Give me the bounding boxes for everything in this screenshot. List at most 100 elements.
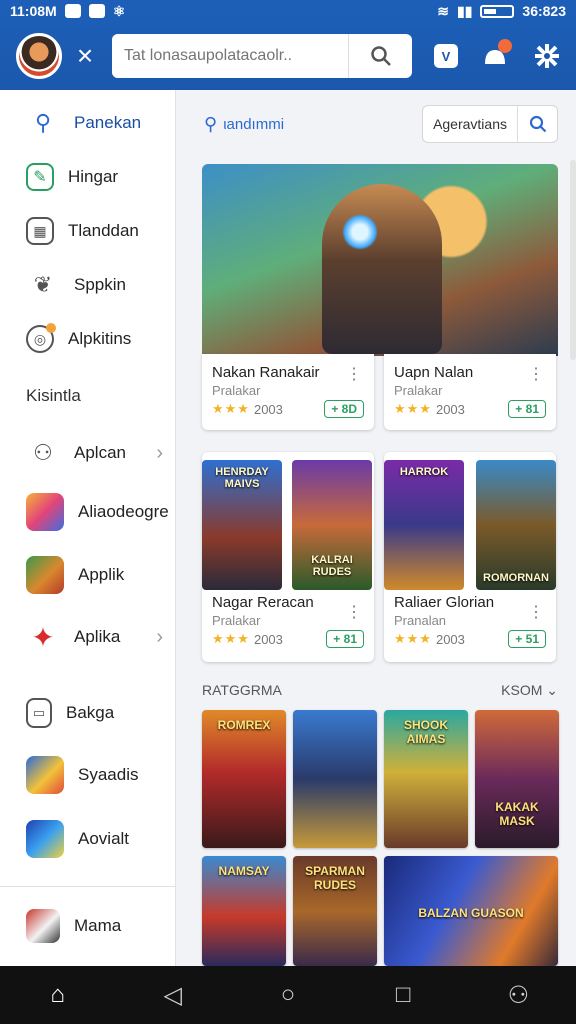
app-info: Raliaer Glorian Pranalan ★★★ 2003 + 51 (394, 594, 546, 648)
home-circle-icon[interactable]: ○ (258, 981, 318, 1009)
sidebar: ⚲ Panekan ✎ Hingar ▦ Tlanddan ❦ Sppkin ◎… (0, 90, 176, 966)
sidebar-item-label: Mama (74, 916, 122, 935)
shortcut-icon[interactable]: V (434, 44, 458, 68)
rating-count: 2003 (253, 401, 283, 417)
sidebar-item-mama[interactable]: Mama (0, 887, 175, 965)
sidebar-item-sppkin[interactable]: ❦ Sppkin (0, 258, 175, 312)
game-cover-image: ROMORNAN (476, 460, 556, 590)
profile-icon[interactable]: ⚇ (488, 981, 548, 1010)
game-cover-image[interactable]: NAMSAY (202, 856, 286, 966)
sidebar-item-panekan[interactable]: ⚲ Panekan (0, 96, 175, 150)
user-circle-icon: ⚇ (33, 440, 53, 465)
calculator-icon: ▦ (26, 217, 54, 245)
status-right-text: 36:823 (522, 3, 566, 19)
battery-icon (480, 4, 515, 18)
sidebar-item-label: Alpkitins (68, 329, 132, 348)
sidebar-item-aovialt[interactable]: Aovialt (0, 806, 175, 872)
game-app-icon (26, 493, 64, 531)
settings-icon[interactable] (532, 41, 562, 71)
sidebar-section-heading: Kisintla (26, 386, 81, 405)
search-input[interactable] (112, 34, 348, 78)
app-info: Nagar Reracan Pralakar ★★★ 2003 + 81 (212, 594, 364, 648)
game-cover-image: KALRAI RUDES (292, 460, 372, 590)
sidebar-item-tlanddan[interactable]: ▦ Tlanddan (0, 204, 175, 258)
game-app-icon (26, 909, 60, 943)
avatar[interactable] (16, 33, 62, 79)
sidebar-item-label: Sppkin (74, 275, 126, 294)
game-cover-image[interactable]: ROMREX (202, 710, 286, 848)
bottom-navigation: ⌂ ◁ ○ □ ⚇ (0, 966, 576, 1024)
cover-title: SPARMAN RUDES (305, 864, 365, 892)
app-header: 11:08M ⚛ ≋ ▮▮ 36:823 × V (0, 0, 576, 90)
chevron-right-icon: › (156, 625, 163, 648)
app-title: Nagar Reracan (212, 594, 314, 611)
section-title: RATGGRMA (202, 682, 282, 698)
app-title: Uapn Nalan (394, 364, 474, 381)
main-content: ⚲ ιandımmi Ageravtians Nakan Ranakair Pr… (176, 90, 576, 966)
more-vert-icon[interactable]: ⋮ (528, 602, 544, 622)
search-icon[interactable] (348, 34, 412, 78)
sidebar-item-aplika[interactable]: ✦ Aplika › (0, 606, 175, 668)
app-group-card[interactable]: HENRDAY MAIVS KALRAI RUDES Nagar Reracan… (202, 452, 374, 662)
search-icon[interactable] (517, 106, 557, 142)
clipboard-icon: ▭ (26, 698, 52, 728)
cover-title: SHOOK AIMAS (403, 718, 448, 746)
app-group-card[interactable]: HARROK ROMORNAN Raliaer Glorian Pranalan… (384, 452, 556, 662)
install-button[interactable]: + 51 (508, 630, 546, 648)
notification-icon[interactable] (480, 39, 512, 71)
install-button[interactable]: + 81 (508, 400, 546, 418)
back-icon[interactable]: ◁ (143, 981, 203, 1010)
install-button[interactable]: + 81 (326, 630, 364, 648)
rating-count: 2003 (435, 401, 465, 417)
game-cover-image[interactable]: BALZAN GUASON (384, 856, 558, 966)
recents-icon[interactable]: □ (373, 981, 433, 1009)
wifi-icon: ≋ (437, 2, 449, 19)
app-card[interactable]: Uapn Nalan Pralakar ★★★ 2003 + 81 ⋮ (384, 354, 556, 430)
sidebar-item-alpkitins[interactable]: ◎ Alpkitins (0, 312, 175, 366)
more-vert-icon[interactable]: ⋮ (346, 364, 362, 384)
rating-count: 2003 (435, 631, 465, 647)
rating-stars: ★★★ (394, 401, 432, 416)
game-cover-image: HARROK (384, 460, 464, 590)
more-vert-icon[interactable]: ⋮ (346, 602, 362, 622)
game-cover-image[interactable]: SHOOK AIMAS (384, 710, 468, 848)
rating-stars: ★★★ (212, 401, 250, 416)
game-cover-image: HENRDAY MAIVS (202, 460, 282, 590)
sidebar-item-label: Aovialt (78, 829, 130, 848)
more-vert-icon[interactable]: ⋮ (528, 364, 544, 384)
search-row: ⚲ ιandımmi Ageravtians (176, 90, 576, 158)
sidebar-item-applik[interactable]: Applik (0, 544, 175, 606)
game-cover-image[interactable]: KAKAK MASK (475, 710, 559, 848)
status-time: 11:08M (10, 3, 57, 19)
home-icon[interactable]: ⌂ (28, 981, 88, 1009)
section-more-link[interactable]: KSOM ⌄ (501, 682, 558, 699)
featured-banner[interactable] (202, 164, 558, 356)
filter-pill[interactable]: Ageravtians (422, 105, 558, 143)
sidebar-item-hingar[interactable]: ✎ Hingar (0, 150, 175, 204)
install-button[interactable]: + 8D (324, 400, 364, 418)
game-cover-image[interactable]: SPARMAN RUDES (293, 856, 377, 966)
sidebar-item-label: Aplcan (74, 443, 126, 462)
app-subtitle: Pranalan (394, 613, 447, 628)
sidebar-item-aplcan[interactable]: ⚇ Aplcan › (0, 426, 175, 480)
search-link-label: ιandımmi (223, 115, 285, 133)
game-cover-image[interactable] (293, 710, 377, 848)
app-status-icon (88, 4, 105, 18)
sidebar-item-aliaodeogre[interactable]: Aliaodeogre (0, 480, 175, 544)
rating-stars: ★★★ (212, 631, 250, 646)
close-icon[interactable]: × (74, 40, 96, 72)
app-card[interactable]: Nakan Ranakair Pralakar ★★★ 2003 + 8D ⋮ (202, 354, 374, 430)
sidebar-item-syaadis[interactable]: Syaadis (0, 744, 175, 806)
sidebar-item-bakga[interactable]: ▭ Bakga (0, 682, 175, 744)
search-link[interactable]: ⚲ ιandımmi (204, 114, 284, 135)
game-app-icon: ✦ (31, 621, 55, 653)
cover-title: HARROK (399, 466, 449, 478)
search-icon: ⚲ (204, 113, 218, 134)
scrollbar[interactable] (570, 160, 576, 360)
game-app-icon (26, 820, 64, 858)
notification-status-icon (64, 4, 81, 18)
chevron-right-icon: › (156, 441, 163, 464)
cover-title: BALZAN GUASON (418, 906, 524, 920)
transfer-status-icon: ⚛ (112, 2, 126, 19)
app-subtitle: Pralakar (212, 383, 261, 398)
